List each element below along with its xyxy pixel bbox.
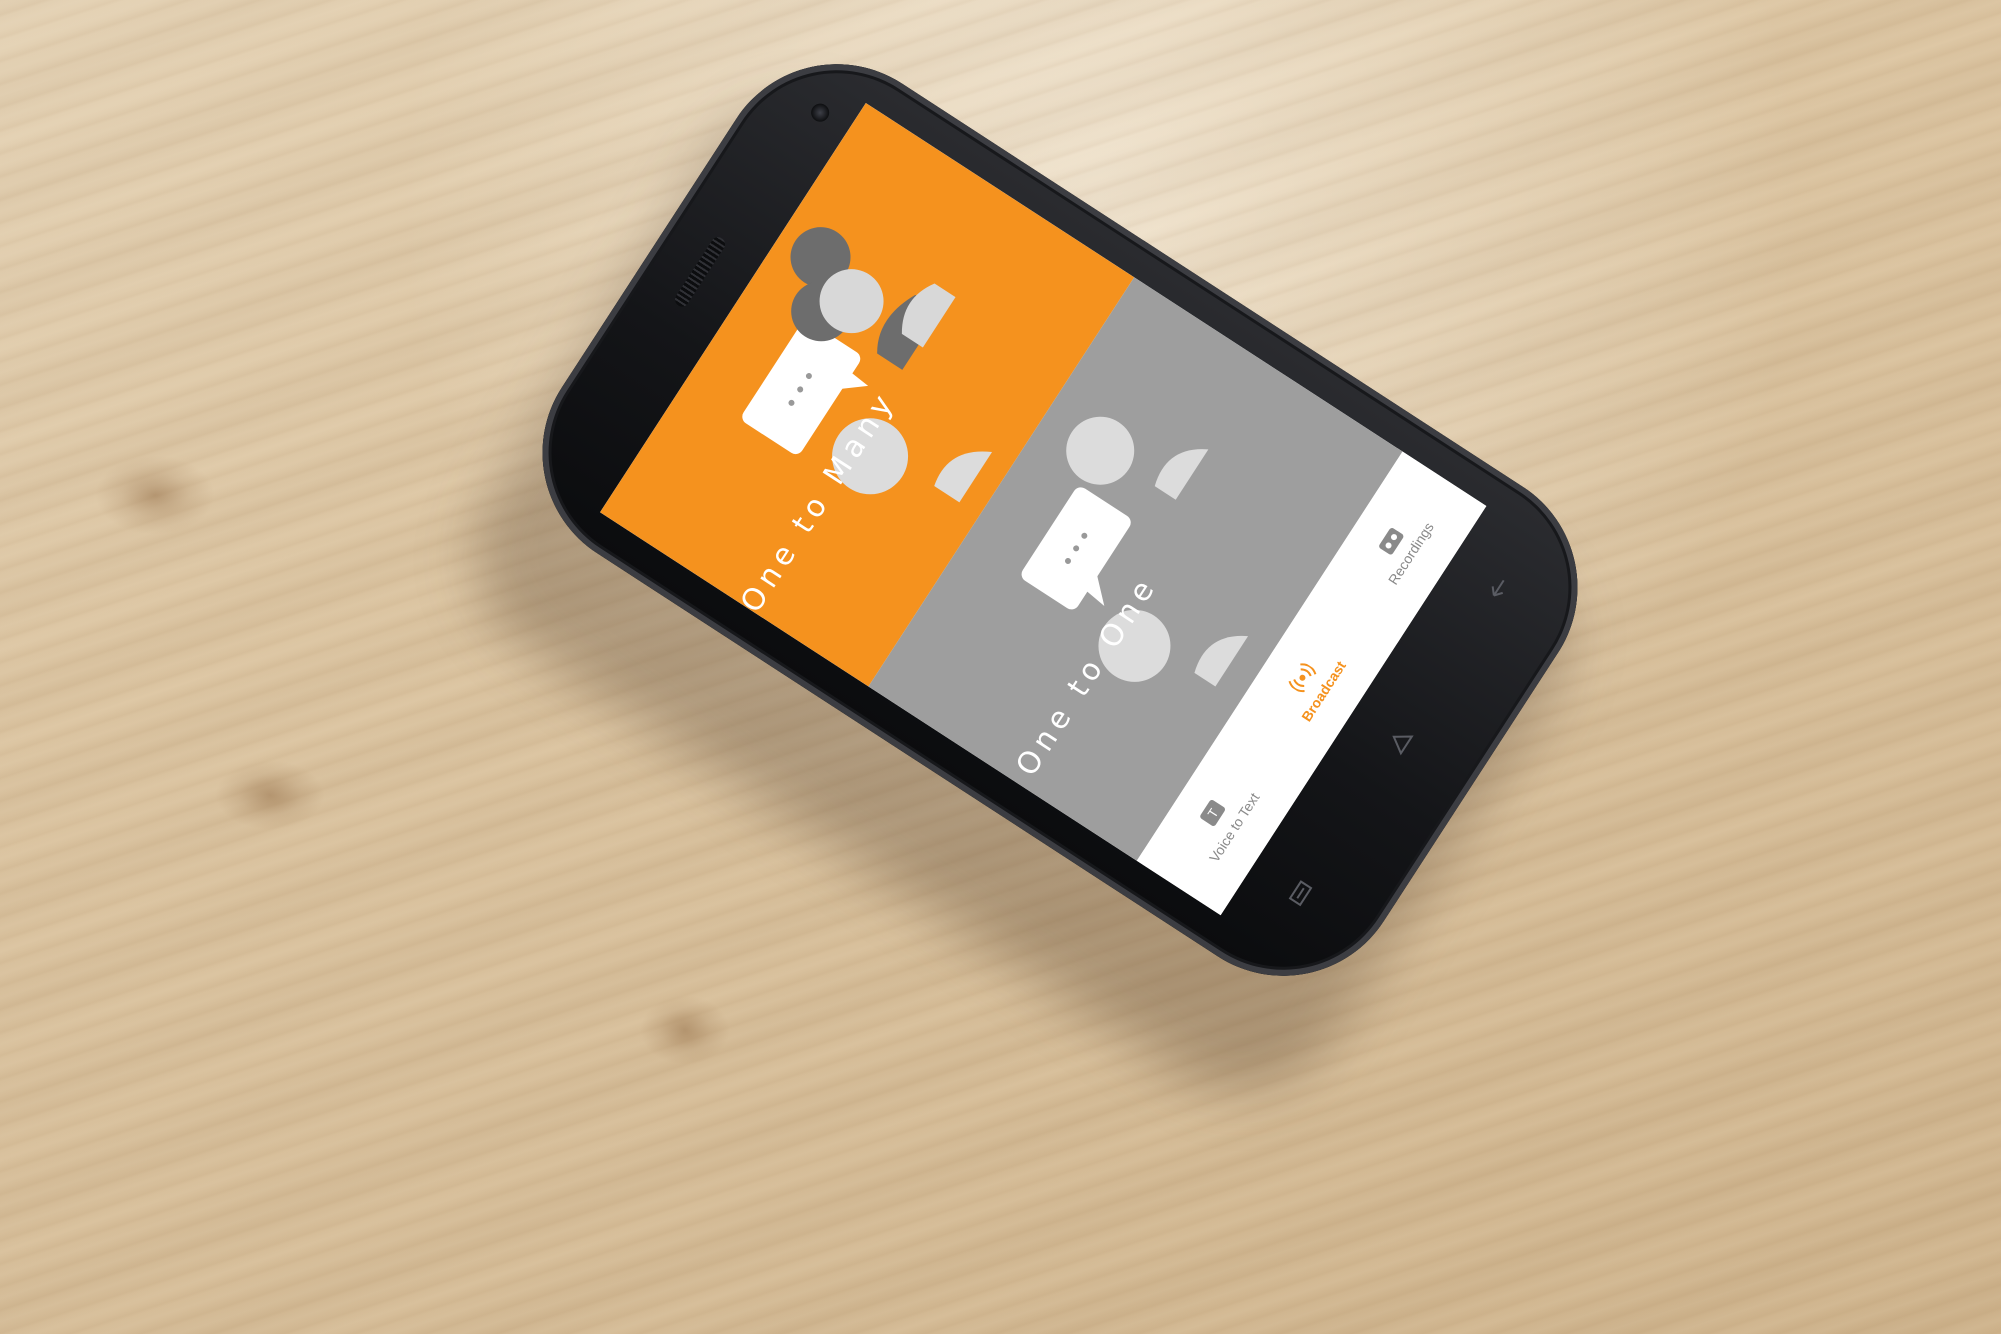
home-icon <box>1392 735 1414 756</box>
menu-icon <box>1288 880 1313 907</box>
home-button[interactable] <box>1375 716 1425 766</box>
front-camera-icon <box>807 100 833 126</box>
menu-button[interactable] <box>1276 868 1326 918</box>
wood-knot <box>215 760 325 830</box>
wood-knot <box>95 455 215 535</box>
back-button[interactable] <box>1474 563 1524 613</box>
wooden-table-background: One to Many One to One Recordings Broadc… <box>0 0 2001 1334</box>
earpiece-speaker <box>672 234 728 310</box>
back-icon <box>1491 579 1505 597</box>
wood-knot <box>640 995 730 1065</box>
